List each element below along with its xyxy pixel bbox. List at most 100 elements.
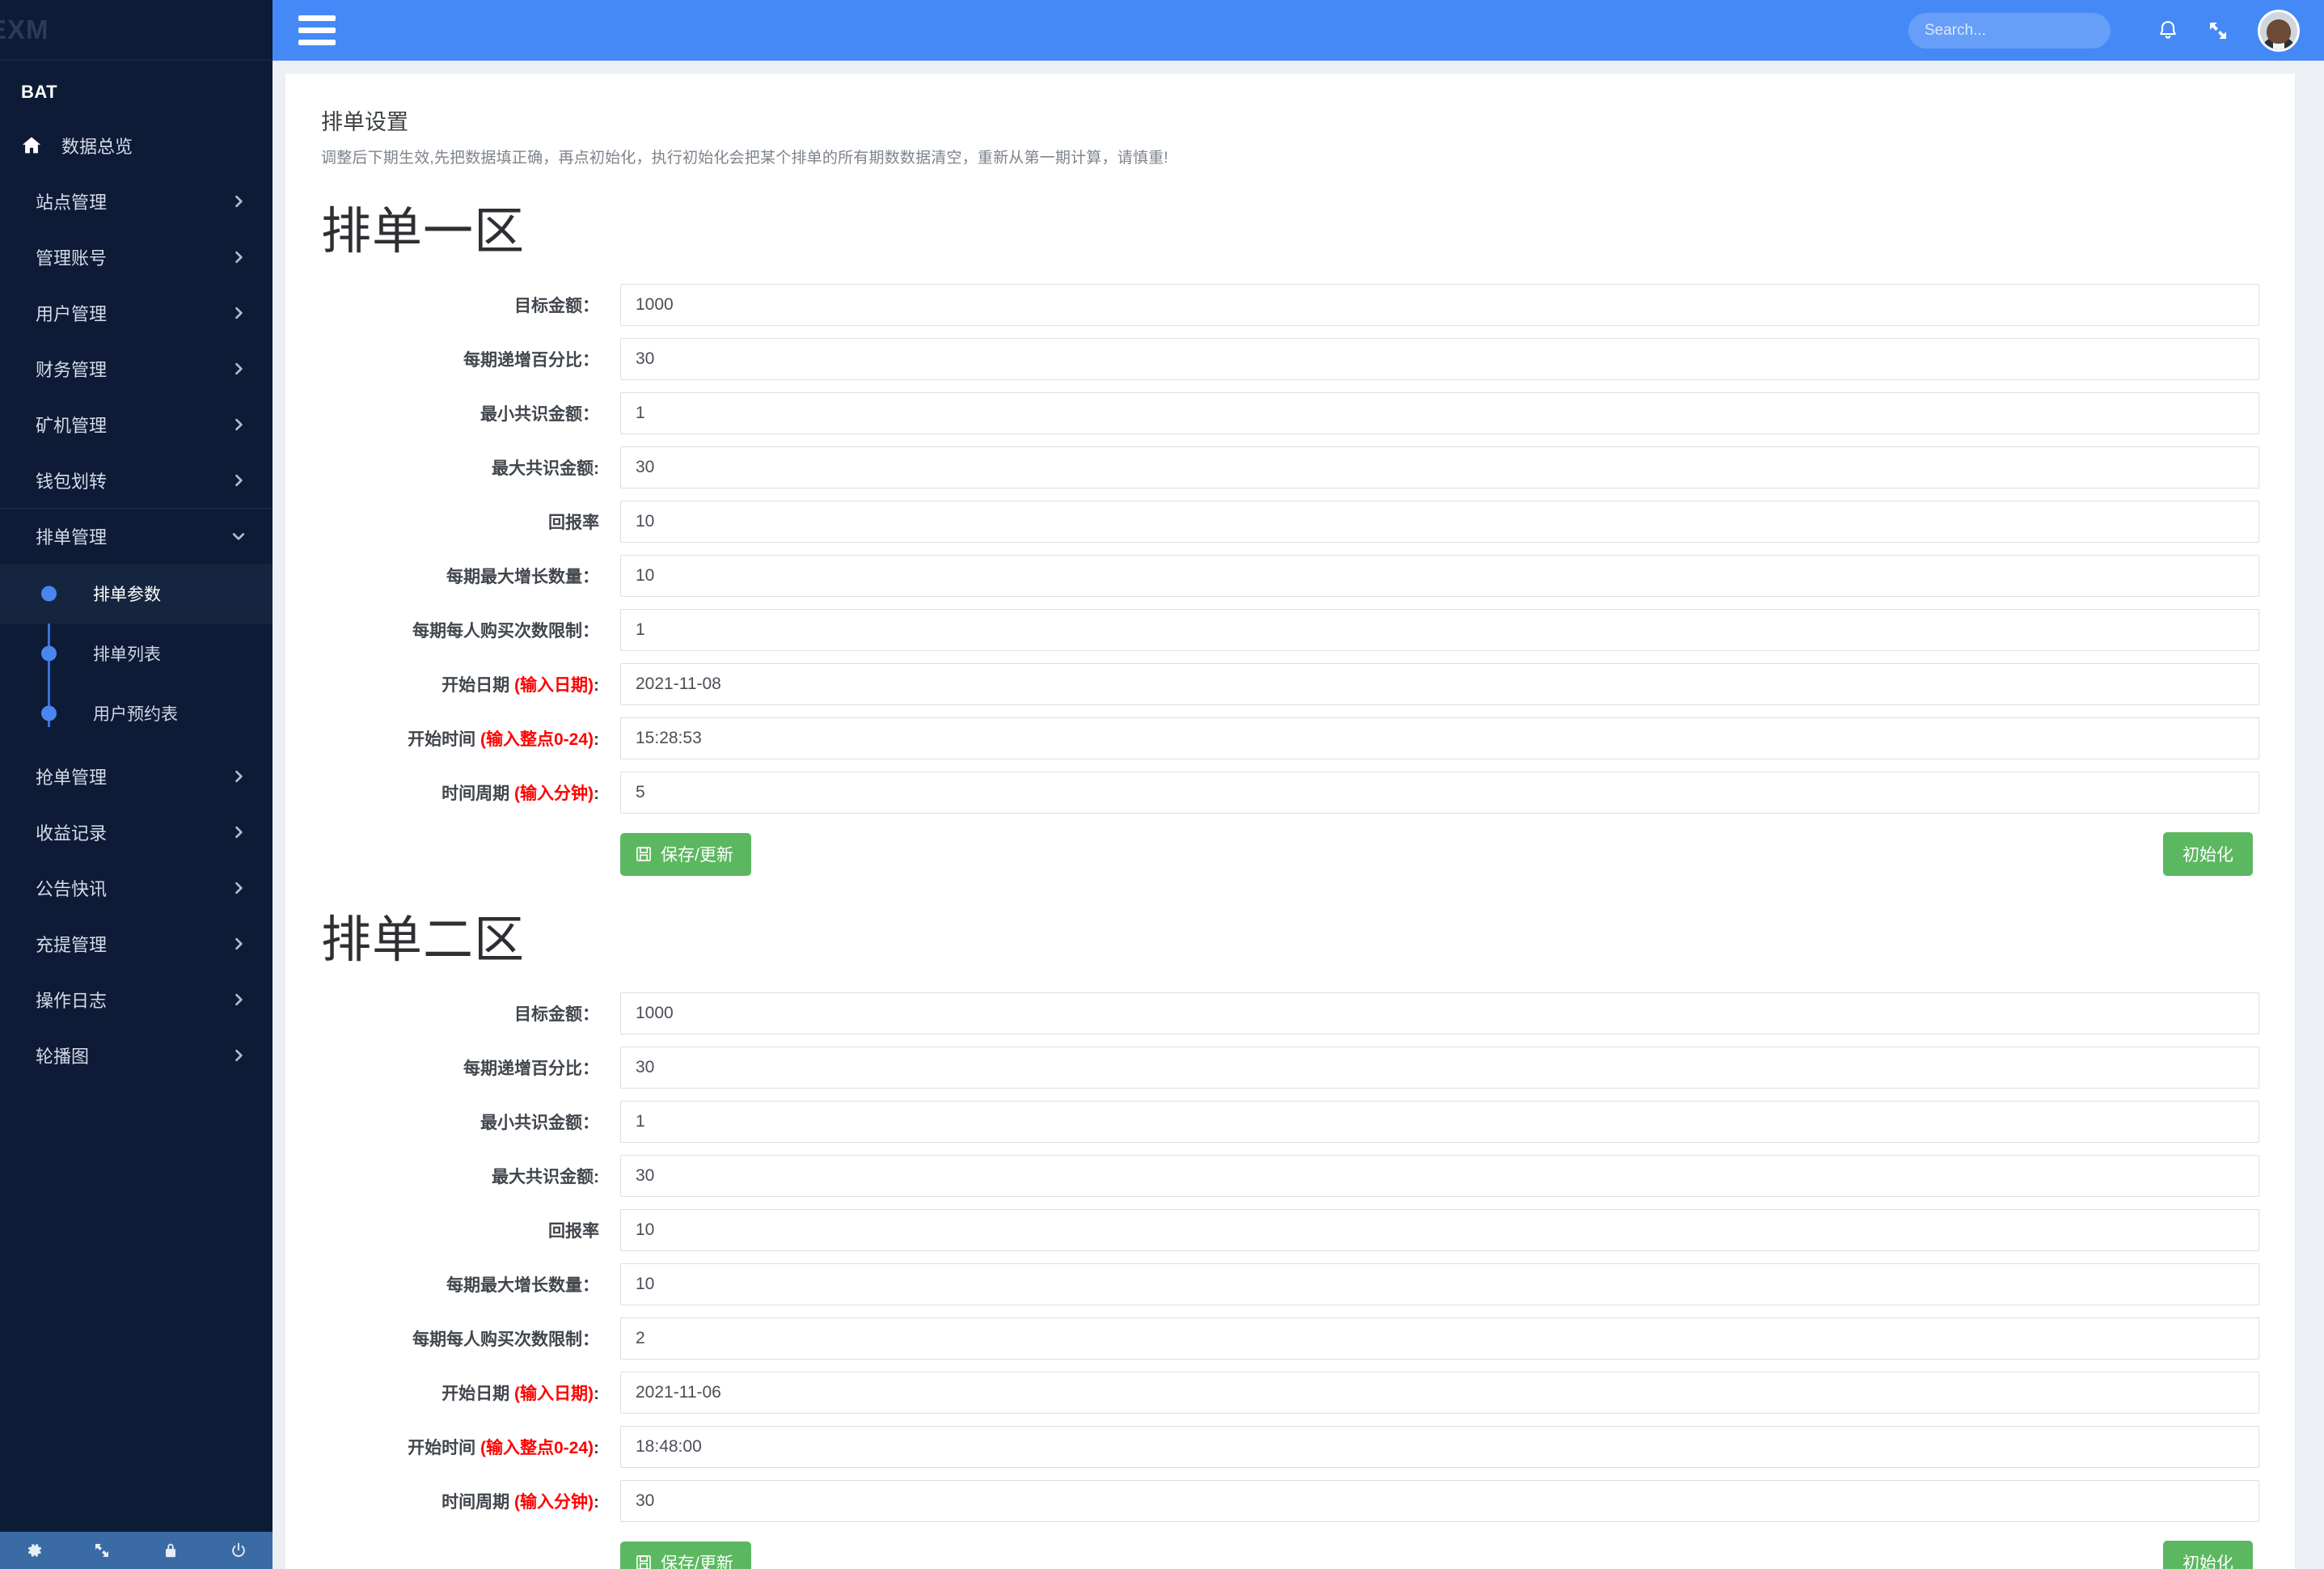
initialize-button[interactable]: 初始化	[2163, 832, 2253, 876]
field-label: 每期递增百分比：	[463, 351, 599, 370]
field-input[interactable]	[620, 772, 2259, 814]
sidebar-item-operation-log[interactable]: 操作日志	[0, 971, 273, 1027]
floppy-disk-icon	[636, 1554, 651, 1569]
field-input[interactable]	[620, 1101, 2259, 1143]
form-row: 每期递增百分比：	[321, 338, 2259, 380]
form-row: 开始日期 (输入日期):	[321, 663, 2259, 705]
floppy-disk-icon	[636, 846, 651, 861]
field-label: 开始日期 (输入日期):	[321, 672, 620, 696]
chevron-down-icon	[232, 533, 245, 540]
form-row: 时间周期 (输入分钟):	[321, 772, 2259, 814]
sidebar-item-wallet-transfer[interactable]: 钱包划转	[0, 452, 273, 508]
form-row: 最大共识金额:	[321, 1155, 2259, 1197]
sidebar-item-site[interactable]: 站点管理	[0, 173, 273, 229]
sidebar-item-label: 操作日志	[36, 990, 108, 1011]
form-row: 每期每人购买次数限制：	[321, 609, 2259, 651]
sidebar-item-label: 数据总览	[61, 136, 133, 157]
sidebar-item-dashboard[interactable]: 数据总览	[0, 117, 273, 173]
section-actions: 保存/更新 初始化	[321, 1541, 2259, 1569]
sidebar-item-users[interactable]: 用户管理	[0, 285, 273, 340]
sidebar-item-label: 管理账号	[36, 247, 108, 269]
sidebar-logo[interactable]: EXM	[0, 0, 273, 61]
avatar[interactable]	[2258, 9, 2300, 52]
field-input[interactable]	[620, 555, 2259, 597]
fullscreen-toggle-button[interactable]	[2193, 6, 2243, 56]
field-input[interactable]	[620, 338, 2259, 380]
field-label-hint: (输入整点0-24)	[480, 1439, 594, 1457]
power-button[interactable]	[205, 1532, 273, 1569]
chevron-right-icon	[235, 770, 243, 782]
chevron-right-icon	[235, 307, 243, 319]
lock-button[interactable]	[137, 1532, 205, 1569]
field-input[interactable]	[620, 1263, 2259, 1305]
fullscreen-button[interactable]	[68, 1532, 136, 1569]
field-label-suffix: :	[594, 1385, 599, 1403]
sidebar-item-admin-account[interactable]: 管理账号	[0, 229, 273, 285]
settings-button[interactable]	[0, 1532, 68, 1569]
sidebar-item-label: 排单参数	[93, 586, 161, 604]
sidebar-item-label: 排单列表	[93, 645, 161, 664]
field-input[interactable]	[620, 992, 2259, 1034]
field-label-hint: (输入日期)	[514, 676, 594, 695]
hamburger-bar	[298, 27, 336, 33]
field-input[interactable]	[620, 1047, 2259, 1089]
menu-toggle-button[interactable]	[298, 15, 336, 45]
sidebar: EXM BAT 数据总览站点管理管理账号用户管理财务管理矿机管理钱包划转排单管理…	[0, 0, 273, 1569]
field-input[interactable]	[620, 501, 2259, 543]
sidebar-item-order-queue[interactable]: 排单管理	[0, 508, 273, 564]
field-input[interactable]	[620, 663, 2259, 705]
field-input[interactable]	[620, 717, 2259, 759]
form-row: 目标金额：	[321, 284, 2259, 326]
chevron-right-icon	[235, 251, 243, 263]
form-row: 每期递增百分比：	[321, 1047, 2259, 1089]
form-row: 开始时间 (输入整点0-24):	[321, 1426, 2259, 1468]
field-label-text: 时间周期	[442, 784, 514, 803]
field-input[interactable]	[620, 609, 2259, 651]
save-button[interactable]: 保存/更新	[620, 832, 751, 876]
sidebar-item-order-list[interactable]: 排单列表	[0, 624, 273, 683]
field-input[interactable]	[620, 284, 2259, 326]
field-input[interactable]	[620, 1155, 2259, 1197]
field-label: 最小共识金额：	[480, 405, 599, 424]
gear-icon	[28, 1544, 42, 1557]
sidebar-item-deposit-withdraw[interactable]: 充提管理	[0, 916, 273, 971]
sidebar-item-finance[interactable]: 财务管理	[0, 340, 273, 396]
section-actions: 保存/更新 初始化	[321, 832, 2259, 876]
save-button[interactable]: 保存/更新	[620, 1541, 751, 1569]
field-label-suffix: :	[594, 784, 599, 803]
initialize-button[interactable]: 初始化	[2163, 1541, 2253, 1569]
notifications-button[interactable]	[2143, 6, 2193, 56]
sidebar-item-order-params[interactable]: 排单参数	[0, 564, 273, 624]
field-label: 时间周期 (输入分钟):	[321, 780, 620, 805]
form-row: 时间周期 (输入分钟):	[321, 1480, 2259, 1522]
chevron-right-icon	[235, 418, 243, 430]
field-input[interactable]	[620, 1480, 2259, 1522]
expand-icon	[2210, 22, 2226, 39]
sidebar-item-grab-order[interactable]: 抢单管理	[0, 748, 273, 804]
chevron-right-icon	[235, 937, 243, 949]
sidebar-item-carousel[interactable]: 轮播图	[0, 1027, 273, 1083]
field-input[interactable]	[620, 1372, 2259, 1414]
field-label-suffix: :	[594, 730, 599, 749]
sidebar-item-announcements[interactable]: 公告快讯	[0, 860, 273, 916]
field-input[interactable]	[620, 1317, 2259, 1360]
sidebar-item-user-reservations[interactable]: 用户预约表	[0, 683, 273, 743]
field-label-hint: (输入分钟)	[514, 1493, 594, 1512]
field-input[interactable]	[620, 1209, 2259, 1251]
field-input[interactable]	[620, 1426, 2259, 1468]
sidebar-item-label: 站点管理	[36, 192, 108, 213]
field-input[interactable]	[620, 446, 2259, 488]
chevron-right-icon	[235, 882, 243, 894]
field-input[interactable]	[620, 392, 2259, 434]
search-box[interactable]	[1908, 12, 2123, 49]
page-subtitle: 调整后下期生效,先把数据填正确，再点初始化，执行初始化会把某个排单的所有期数数据…	[321, 150, 1168, 167]
sidebar-item-label: 收益记录	[36, 823, 108, 844]
sidebar-item-label: 公告快讯	[36, 878, 108, 899]
save-button-label: 保存/更新	[661, 1554, 733, 1569]
search-input[interactable]	[1925, 21, 2123, 40]
sidebar-item-label: 矿机管理	[36, 415, 108, 436]
chevron-right-icon	[235, 474, 243, 486]
sidebar-item-earnings[interactable]: 收益记录	[0, 804, 273, 860]
field-label: 每期每人购买次数限制：	[412, 622, 599, 641]
sidebar-item-miners[interactable]: 矿机管理	[0, 396, 273, 452]
